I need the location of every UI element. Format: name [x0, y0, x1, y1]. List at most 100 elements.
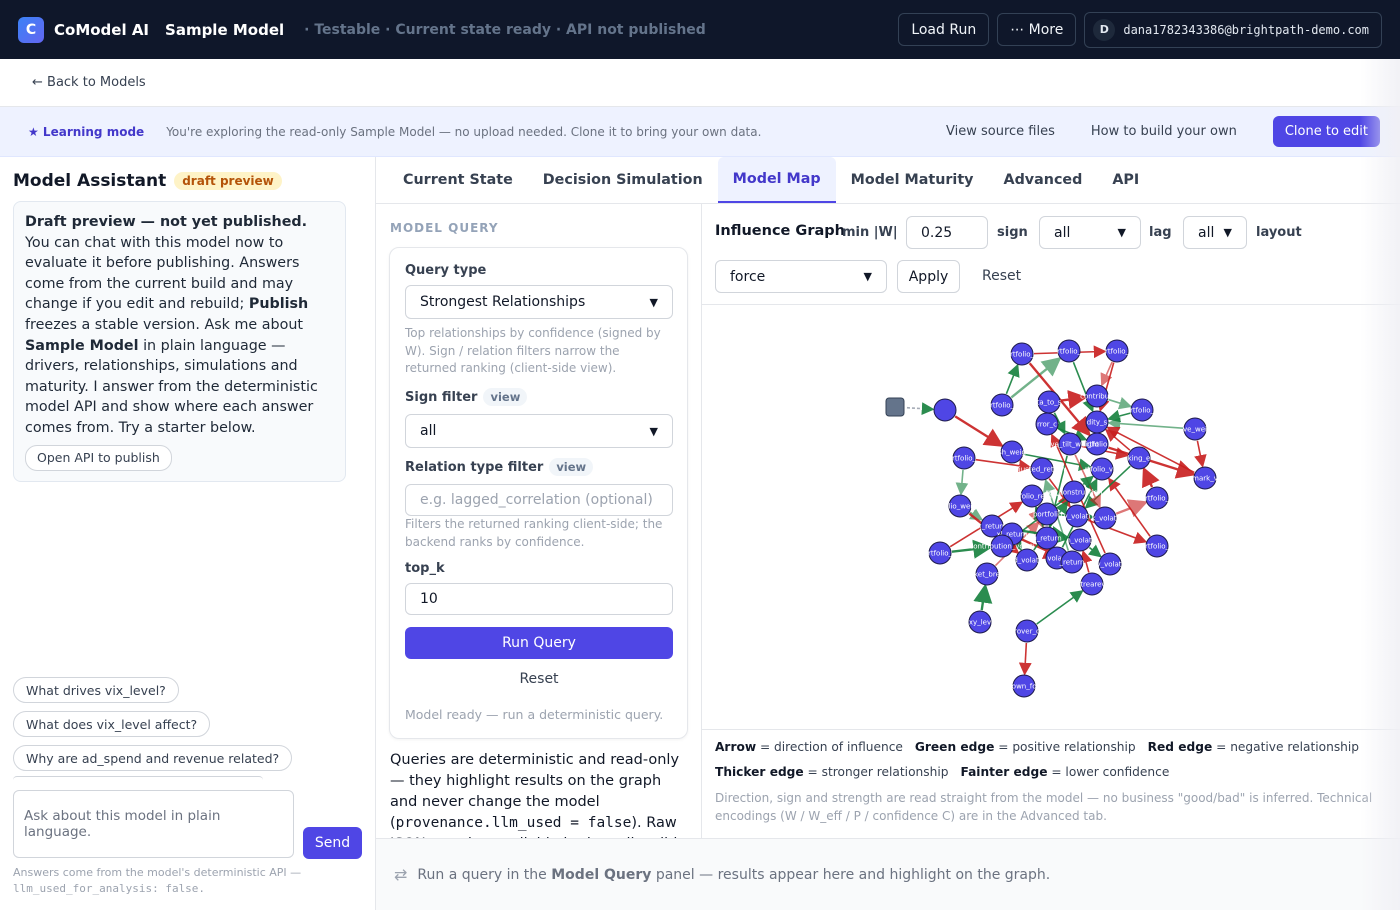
- starter-prompt-clipped: [13, 776, 263, 780]
- graph-node-label: sh_weig: [998, 449, 1026, 457]
- graph-node[interactable]: rtfolio_: [928, 541, 953, 565]
- positive-edge[interactable]: [1087, 544, 1102, 558]
- graph-node-label: ta_to_s: [1037, 399, 1062, 407]
- influence-graph-svg[interactable]: rtfolio_ rtfolio_ rtfolio_ rtfolio_ rtfolio_…: [702, 306, 1400, 730]
- graph-node[interactable]: k_volati: [1092, 506, 1119, 530]
- graph-node[interactable]: king_e: [1127, 446, 1151, 470]
- negative-edge[interactable]: [954, 415, 1004, 447]
- apply-button[interactable]: Apply: [897, 260, 960, 293]
- graph-node[interactable]: known_folio: [1003, 674, 1045, 698]
- graph-node-label: ve_wei: [1183, 426, 1207, 434]
- graph-node[interactable]: rtfolio_: [990, 393, 1015, 417]
- tab-api[interactable]: API: [1097, 157, 1154, 203]
- graph-node[interactable]: mark_v: [1192, 466, 1218, 490]
- run-query-button[interactable]: Run Query: [405, 627, 673, 659]
- graph-node[interactable]: rtfolio_: [1145, 534, 1170, 558]
- clone-to-edit-button[interactable]: Clone to edit: [1272, 116, 1380, 147]
- graph-node[interactable]: rtfolio_: [1010, 342, 1035, 366]
- topk-input[interactable]: 10: [405, 583, 673, 615]
- tab-model-maturity[interactable]: Model Maturity: [836, 157, 989, 203]
- query-type-select[interactable]: Strongest Relationships ▼: [405, 285, 673, 319]
- graph-node[interactable]: rtfolio_: [1130, 398, 1155, 422]
- positive-edge[interactable]: [1036, 590, 1084, 625]
- graph-node[interactable]: rror_c: [1035, 412, 1059, 436]
- query-type-help: Top relationships by confidence (signed …: [405, 326, 661, 375]
- graph-node[interactable]: ta_to_s: [1037, 390, 1062, 414]
- graph-node-label: rtfolio_: [1130, 407, 1155, 415]
- negative-edge[interactable]: [1115, 499, 1149, 518]
- more-button[interactable]: ⋯ More: [997, 13, 1077, 46]
- query-status: Model ready — run a deterministic query.: [405, 707, 664, 722]
- graph-node-label: mark_v: [1192, 475, 1218, 483]
- back-to-models-link[interactable]: ← Back to Models: [32, 75, 146, 90]
- reset-query-button[interactable]: Reset: [405, 671, 673, 687]
- positive-edge[interactable]: [1107, 417, 1184, 431]
- user-menu[interactable]: D dana1782343386@brightpath-demo.com: [1084, 11, 1382, 48]
- graph-node[interactable]: rtfolio_weight: [936, 494, 984, 518]
- starter-prompt[interactable]: What drives vix_level?: [13, 677, 179, 703]
- negative-edge[interactable]: [1142, 466, 1160, 489]
- sign-filter-label: Sign filter view: [405, 388, 528, 406]
- layout-select[interactable]: force ▼: [715, 260, 887, 293]
- graph-node-label: rtfolio_: [1145, 495, 1170, 503]
- graph-node[interactable]: rtfolio_vol: [1085, 457, 1119, 481]
- tab-advanced[interactable]: Advanced: [989, 157, 1098, 203]
- positive-edge[interactable]: [906, 402, 935, 415]
- learning-mode-text: You're exploring the read-only Sample Mo…: [166, 124, 762, 139]
- graph-node-label: portfolio_return: [1005, 493, 1059, 501]
- graph-node[interactable]: xy_lev: [968, 610, 992, 634]
- graph-node[interactable]: rtfolio_: [1145, 486, 1170, 510]
- tab-decision-simulation[interactable]: Decision Simulation: [528, 157, 718, 203]
- sign-value: all: [1054, 224, 1071, 241]
- tab-current-state[interactable]: Current State: [388, 157, 528, 203]
- positive-edge[interactable]: [955, 469, 969, 496]
- relation-type-input[interactable]: e.g. lagged_correlation (optional): [405, 484, 673, 516]
- load-run-button[interactable]: Load Run: [898, 13, 990, 46]
- graph-node[interactable]: y_volati: [1064, 504, 1091, 528]
- graph-node[interactable]: rover_c: [1014, 619, 1040, 643]
- model-status: · Testable · Current state ready · API n…: [304, 21, 706, 38]
- negative-edge[interactable]: [1108, 446, 1196, 479]
- min-w-input[interactable]: 0.25: [906, 216, 988, 249]
- graph-node[interactable]: ket_bre: [974, 562, 1000, 586]
- negative-edge[interactable]: [1018, 642, 1032, 676]
- graph-node-label: _return: [1059, 559, 1085, 567]
- assistant-input[interactable]: Ask about this model in plain language.: [13, 790, 294, 858]
- graph-node[interactable]: [933, 398, 957, 422]
- negative-edge[interactable]: [1106, 426, 1195, 474]
- graph-canvas[interactable]: rtfolio_ rtfolio_ rtfolio_ rtfolio_ rtfolio_…: [702, 306, 1400, 730]
- chevron-down-icon: ▼: [1117, 226, 1126, 239]
- reset-graph-button[interactable]: Reset: [982, 268, 1021, 284]
- graph-legend: Arrow = direction of influence Green edg…: [715, 740, 1395, 825]
- negative-edge[interactable]: [1194, 440, 1207, 468]
- graph-node-label: y_volati: [1097, 561, 1124, 569]
- starter-prompt[interactable]: Why are ad_spend and revenue related?: [13, 745, 293, 771]
- tab-model-map[interactable]: Model Map: [717, 157, 836, 203]
- model-name: Sample Model: [165, 20, 285, 39]
- positive-edge[interactable]: [1108, 396, 1133, 410]
- positive-edge[interactable]: [1005, 363, 1020, 395]
- query-type-label: Query type: [405, 263, 487, 278]
- positive-edge[interactable]: [973, 583, 993, 611]
- positive-edge[interactable]: [1107, 409, 1131, 423]
- graph-node[interactable]: sh_weig: [998, 440, 1026, 464]
- graph-node[interactable]: dity_s: [1085, 410, 1109, 434]
- graph-node[interactable]: ve_wei: [1183, 417, 1207, 441]
- sign-filter-select[interactable]: all ▼: [405, 414, 673, 448]
- lag-select[interactable]: all ▼: [1183, 216, 1247, 249]
- sign-select[interactable]: all ▼: [1039, 216, 1141, 249]
- graph-node[interactable]: contributi: [1080, 384, 1114, 408]
- open-api-button[interactable]: Open API to publish: [25, 444, 172, 472]
- send-button[interactable]: Send: [303, 827, 362, 859]
- lag-value: all: [1198, 224, 1215, 241]
- graph-node[interactable]: rtfolio_: [1105, 339, 1130, 363]
- starter-prompt[interactable]: What does vix_level affect?: [13, 711, 211, 737]
- view-source-files-link[interactable]: View source files: [946, 124, 1055, 139]
- graph-node[interactable]: [885, 397, 905, 417]
- sign-filter-value: all: [420, 423, 437, 439]
- graph-node[interactable]: rtfolio_: [952, 446, 977, 470]
- graph-node[interactable]: rtfolio_: [1057, 339, 1082, 363]
- footer-text: Answers come from the model's determinis…: [13, 866, 302, 879]
- how-to-build-link[interactable]: How to build your own: [1091, 124, 1237, 139]
- graph-node-label: rror_c: [1037, 421, 1057, 429]
